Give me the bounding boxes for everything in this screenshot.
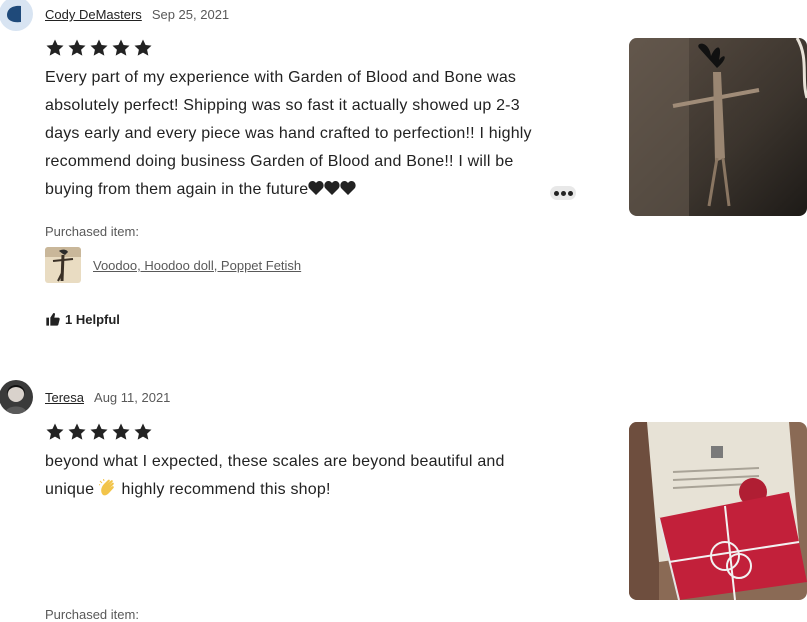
review-photo[interactable] (629, 422, 807, 600)
star-icon (112, 423, 130, 440)
item-thumbnail (45, 247, 81, 283)
ellipsis-dot (560, 190, 566, 196)
review-photo[interactable] (629, 38, 807, 216)
ellipsis-dot (567, 190, 573, 196)
helpful-count: 1 Helpful (65, 311, 120, 327)
review-text-body: Every part of my experience with Garden … (45, 69, 532, 198)
ellipsis-dot (553, 190, 559, 196)
star-icon (134, 39, 152, 56)
review-text: beyond what I expected, these scales are… (45, 448, 555, 507)
reviewer-name-link[interactable]: Teresa (45, 390, 84, 405)
star-icon (68, 423, 86, 440)
review-meta: Teresa Aug 11, 2021 (45, 390, 170, 405)
review-card: Cody DeMasters Sep 25, 2021 Every part o… (0, 0, 807, 340)
item-name[interactable]: Voodoo, Hoodoo doll, Poppet Fetish (93, 258, 301, 273)
star-icon (134, 423, 152, 440)
review-card: Teresa Aug 11, 2021 beyond what I expect… (0, 380, 807, 622)
star-icon (46, 39, 64, 56)
star-icon (46, 423, 64, 440)
purchased-item-label: Purchased item: (45, 607, 139, 622)
review-meta: Cody DeMasters Sep 25, 2021 (45, 7, 229, 22)
star-icon (68, 39, 86, 56)
reviewer-name-link[interactable]: Cody DeMasters (45, 7, 142, 22)
black-hearts-emoji-icon (308, 180, 356, 196)
more-options-button[interactable] (550, 186, 576, 200)
reviewer-avatar[interactable] (0, 380, 33, 414)
purchased-item-link[interactable]: Voodoo, Hoodoo doll, Poppet Fetish (45, 247, 301, 283)
review-text-part-2: highly recommend this shop! (116, 481, 331, 498)
review-text: Every part of my experience with Garden … (45, 64, 555, 204)
helpful-button[interactable]: 1 Helpful (45, 311, 120, 327)
thumbs-up-icon (46, 313, 60, 326)
star-rating (45, 422, 153, 442)
clapping-hands-emoji-icon (98, 478, 117, 507)
purchased-item-label: Purchased item: (45, 224, 139, 239)
review-date: Aug 11, 2021 (94, 390, 171, 405)
star-icon (112, 39, 130, 56)
review-date: Sep 25, 2021 (151, 7, 230, 22)
reviewer-avatar[interactable] (0, 0, 33, 31)
star-icon (90, 423, 108, 440)
star-rating (45, 38, 153, 58)
star-icon (90, 39, 108, 56)
